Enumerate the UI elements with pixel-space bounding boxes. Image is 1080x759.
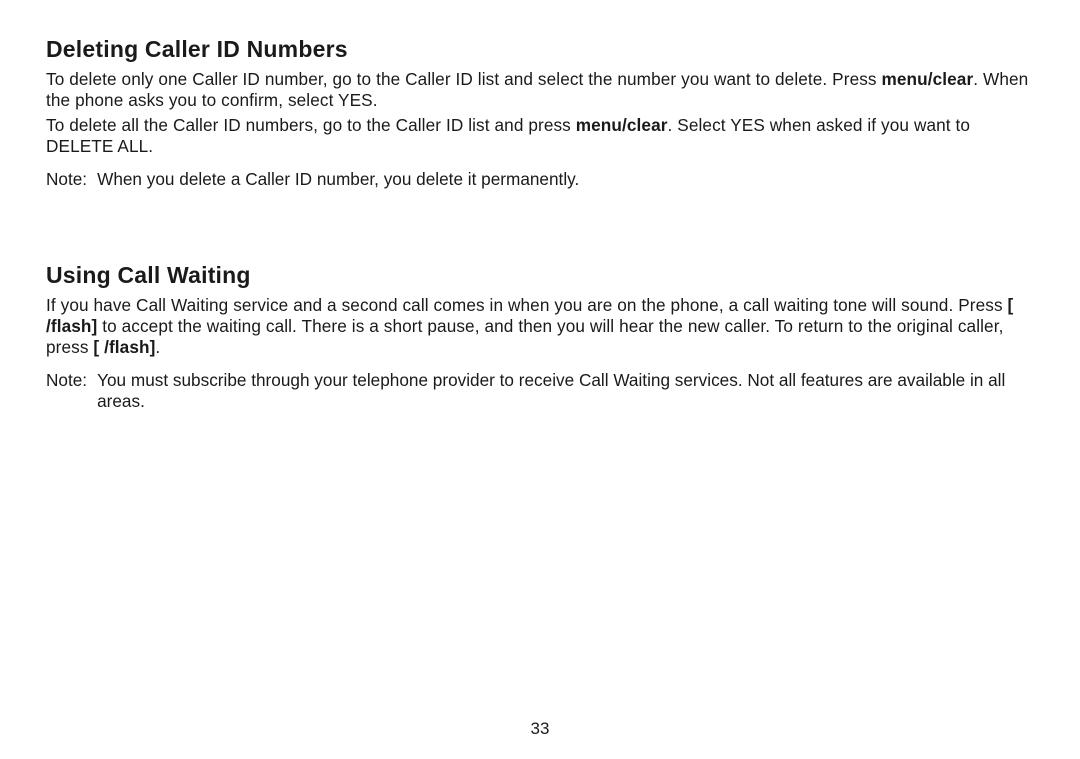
note-label: Note:: [46, 169, 97, 190]
note-body: When you delete a Caller ID number, you …: [97, 169, 1034, 190]
bold-menu-clear: menu/clear: [576, 115, 668, 135]
para-delete-single: To delete only one Caller ID number, go …: [46, 69, 1034, 111]
note-label: Note:: [46, 370, 97, 412]
text-fragment: To delete all the Caller ID numbers, go …: [46, 115, 576, 135]
bold-flash-2: [ /flash]: [93, 337, 155, 357]
section-spacer: [46, 190, 1034, 262]
text-fragment: To delete only one Caller ID number, go …: [46, 69, 882, 89]
heading-call-waiting: Using Call Waiting: [46, 262, 1034, 289]
manual-page: Deleting Caller ID Numbers To delete onl…: [0, 0, 1080, 759]
para-call-waiting: If you have Call Waiting service and a s…: [46, 295, 1034, 358]
note-delete-permanent: Note: When you delete a Caller ID number…: [46, 169, 1034, 190]
note-body: You must subscribe through your telephon…: [97, 370, 1034, 412]
bold-menu-clear: menu/clear: [882, 69, 974, 89]
heading-deleting-caller-id: Deleting Caller ID Numbers: [46, 36, 1034, 63]
page-number: 33: [0, 719, 1080, 739]
note-call-waiting-subscribe: Note: You must subscribe through your te…: [46, 370, 1034, 412]
text-fragment: to accept the waiting call. There is a s…: [46, 316, 1003, 357]
para-delete-all: To delete all the Caller ID numbers, go …: [46, 115, 1034, 157]
text-fragment: If you have Call Waiting service and a s…: [46, 295, 1008, 315]
text-fragment: .: [155, 337, 160, 357]
